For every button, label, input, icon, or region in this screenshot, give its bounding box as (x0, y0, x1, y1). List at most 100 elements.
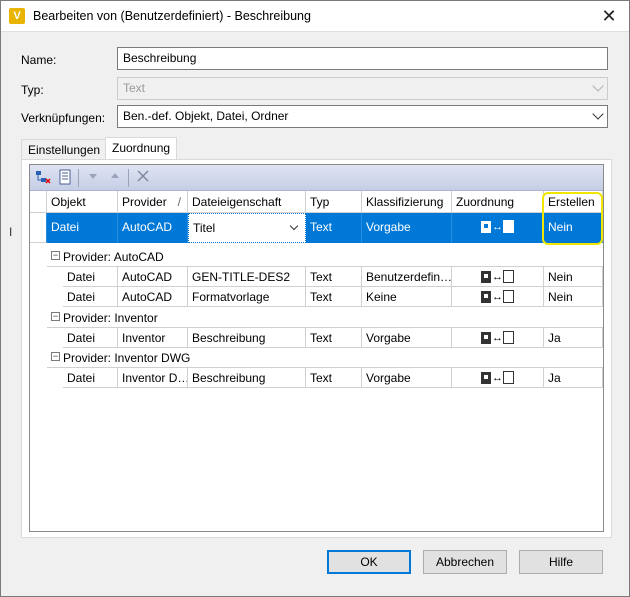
target-doc-icon (503, 331, 514, 344)
cell-zuordnung[interactable]: ↔ (452, 267, 544, 287)
cell-dateieigenschaft[interactable]: Beschreibung (188, 368, 306, 388)
bidirectional-arrow-icon: ↔ (492, 220, 503, 233)
cell-klassifizierung[interactable]: Benutzerdefin… (362, 267, 452, 287)
cell-erstellen[interactable]: Nein (544, 267, 603, 287)
bidirectional-arrow-icon: ↔ (492, 331, 503, 344)
move-up-icon[interactable] (106, 169, 124, 187)
target-doc-icon (503, 290, 514, 303)
tab-panel-zuordnung: Objekt Provider / Dateieigenschaft Typ K… (21, 159, 612, 538)
tab-zuordnung[interactable]: Zuordnung (105, 137, 178, 160)
mapping-direction-icon: ↔ (481, 371, 514, 384)
cell-provider[interactable]: AutoCAD (118, 267, 188, 287)
target-doc-icon (503, 220, 514, 233)
target-doc-icon (503, 270, 514, 283)
group-header-inventor-dwg[interactable]: − Provider: Inventor DWG (47, 348, 603, 368)
cell-objekt[interactable]: Datei (63, 328, 118, 348)
cell-erstellen[interactable]: Ja (544, 368, 603, 388)
group-header-autocad[interactable]: − Provider: AutoCAD (47, 247, 603, 267)
type-select: Text (117, 77, 608, 100)
cell-typ[interactable]: Text (306, 287, 362, 307)
help-button[interactable]: Hilfe (519, 550, 603, 574)
mapping-direction-icon: ↔ (481, 290, 514, 303)
row-selector[interactable] (30, 213, 47, 243)
column-header-provider-label: Provider (122, 195, 167, 209)
cell-typ[interactable]: Text (306, 328, 362, 348)
column-header-provider[interactable]: Provider / (118, 191, 188, 213)
delete-icon[interactable] (134, 169, 152, 187)
cell-provider[interactable]: AutoCAD (118, 213, 188, 243)
bidirectional-arrow-icon: ↔ (492, 371, 503, 384)
close-button[interactable]: ✕ (597, 5, 621, 27)
mapping-grid: Objekt Provider / Dateieigenschaft Typ K… (29, 164, 604, 532)
name-input[interactable]: Beschreibung (117, 47, 608, 70)
group-header-inventor[interactable]: − Provider: Inventor (47, 308, 603, 328)
vault-app-icon: V (9, 8, 25, 24)
cell-dateieigenschaft[interactable]: Formatvorlage (188, 287, 306, 307)
cell-erstellen[interactable]: Ja (544, 328, 603, 348)
cell-klassifizierung[interactable]: Vorgabe (362, 368, 452, 388)
row-header-corner (30, 191, 47, 213)
cell-objekt[interactable]: Datei (63, 287, 118, 307)
collapse-icon[interactable]: − (51, 312, 60, 321)
mapping-direction-icon: ↔ (481, 220, 514, 233)
ok-button[interactable]: OK (327, 550, 411, 574)
property-dropdown-value: Titel (193, 221, 216, 235)
source-doc-icon (481, 371, 491, 384)
cell-objekt[interactable]: Datei (63, 267, 118, 287)
chevron-down-icon (592, 108, 604, 120)
cell-typ[interactable]: Text (306, 267, 362, 287)
property-dropdown[interactable]: Titel (188, 213, 306, 243)
target-doc-icon (503, 371, 514, 384)
links-label: Verknüpfungen: (21, 111, 106, 125)
group-label: Provider: Inventor (63, 311, 158, 325)
group-label: Provider: Inventor DWG (63, 351, 191, 365)
properties-icon[interactable] (56, 169, 74, 187)
cell-dateieigenschaft[interactable]: Beschreibung (188, 328, 306, 348)
source-doc-icon (481, 331, 491, 344)
grid-toolbar (30, 165, 603, 191)
cell-zuordnung[interactable]: ↔ (452, 328, 544, 348)
column-header-objekt[interactable]: Objekt (47, 191, 118, 213)
dialog-window: V Bearbeiten von (Benutzerdefiniert) - B… (0, 0, 630, 597)
cell-provider[interactable]: Inventor (118, 328, 188, 348)
cell-provider[interactable]: AutoCAD (118, 287, 188, 307)
collapse-icon[interactable]: − (51, 251, 60, 260)
tab-einstellungen[interactable]: Einstellungen (21, 139, 108, 160)
mapping-direction-icon: ↔ (481, 270, 514, 283)
links-select[interactable]: Ben.-def. Objekt, Datei, Ordner (117, 105, 608, 128)
cell-klassifizierung[interactable]: Keine (362, 287, 452, 307)
window-title: Bearbeiten von (Benutzerdefiniert) - Bes… (33, 9, 311, 23)
cancel-button[interactable]: Abbrechen (423, 550, 507, 574)
cell-zuordnung[interactable]: ↔ (452, 287, 544, 307)
name-label: Name: (21, 53, 57, 67)
column-header-typ[interactable]: Typ (306, 191, 362, 213)
cell-typ[interactable]: Text (306, 368, 362, 388)
cell-erstellen[interactable]: Nein (544, 287, 603, 307)
type-select-value: Text (123, 81, 146, 95)
source-doc-icon (481, 290, 491, 303)
column-header-dateieigenschaft[interactable]: Dateieigenschaft (188, 191, 306, 213)
cell-typ[interactable]: Text (306, 213, 362, 243)
move-down-icon[interactable] (84, 169, 102, 187)
title-bar: V Bearbeiten von (Benutzerdefiniert) - B… (1, 1, 629, 32)
sort-indicator-icon: / (177, 195, 181, 209)
add-mapping-icon[interactable] (34, 169, 52, 187)
cell-dateieigenschaft[interactable]: GEN-TITLE-DES2 (188, 267, 306, 287)
cell-zuordnung[interactable]: ↔ (452, 213, 544, 243)
cell-klassifizierung[interactable]: Vorgabe (362, 328, 452, 348)
collapse-icon[interactable]: − (51, 352, 60, 361)
bidirectional-arrow-icon: ↔ (492, 270, 503, 283)
chevron-down-icon (592, 80, 604, 92)
type-label: Typ: (21, 83, 44, 97)
cell-klassifizierung[interactable]: Vorgabe (362, 213, 452, 243)
toolbar-separator (78, 169, 79, 187)
cell-objekt[interactable]: Datei (47, 213, 118, 243)
column-header-klassifizierung[interactable]: Klassifizierung (362, 191, 452, 213)
cell-zuordnung[interactable]: ↔ (452, 368, 544, 388)
cell-provider[interactable]: Inventor D… (118, 368, 188, 388)
cell-objekt[interactable]: Datei (63, 368, 118, 388)
chevron-down-icon (289, 221, 299, 231)
column-header-zuordnung[interactable]: Zuordnung (452, 191, 544, 213)
group-label: Provider: AutoCAD (63, 250, 164, 264)
toolbar-separator (128, 169, 129, 187)
